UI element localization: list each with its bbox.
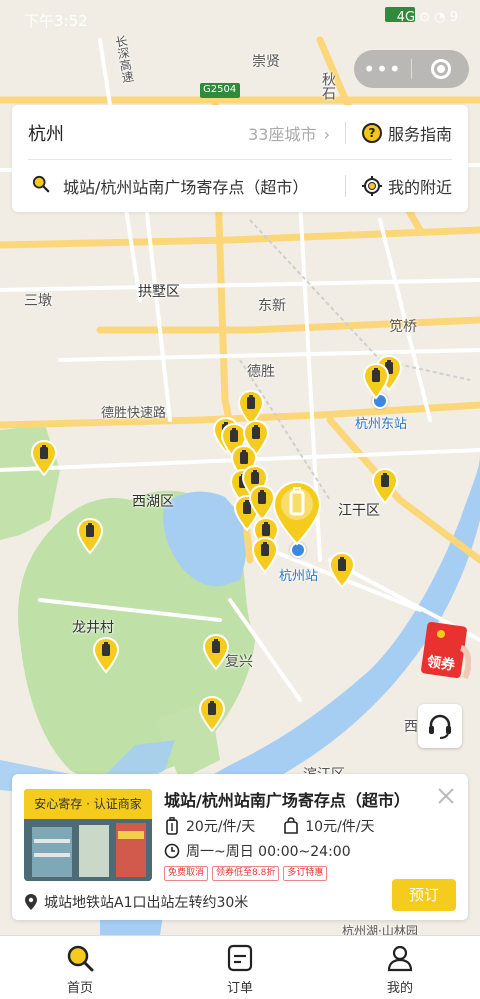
map-label: 笕桥 [389,319,417,335]
tab-bar: 首页 订单 我的 [0,935,480,999]
map-label: 杭州东站 [355,417,408,432]
headset-icon [429,714,451,739]
storage-pin-icon[interactable] [92,636,120,674]
map-label: 龙井村 [72,620,114,636]
divider [345,122,346,144]
tab-profile[interactable]: 我的 [320,936,480,999]
promo-badge: 领券低至8.8折 [212,866,280,881]
location-target-icon [361,175,382,196]
price-large: 20元/件/天 [186,819,256,835]
clock-icon [164,843,180,859]
map-label: 崇贤 [252,54,280,70]
coupon-button[interactable]: 领券 [421,620,472,682]
map-label: 秋石 [320,72,336,100]
divider [345,174,346,197]
store-address: 城站地铁站A1口出站左转约30米 [44,895,249,911]
storage-pin-icon[interactable] [202,633,230,671]
tab-home[interactable]: 首页 [0,936,160,999]
selected-storage-pin-icon[interactable] [272,480,322,546]
search-row: 城站/杭州站南广场寄存点（超市） 我的附近 [28,159,452,211]
nearby-label: 我的附近 [387,177,452,197]
coupon-label: 领券 [425,654,456,674]
store-card[interactable]: 安心寄存 · 认证商家 城站/杭州站南广场寄存点（超市） 20元/件/天 10元… [12,774,468,920]
promo-badge: 多订特惠 [283,866,328,881]
business-hours: 周一~周日 00:00~24:00 [186,844,351,860]
nearby-button[interactable]: 我的附近 [361,174,452,198]
map-label: 东新 [258,298,286,314]
status-time: 下午3:52 [24,12,88,30]
profile-icon [387,945,413,972]
map-label: 拱墅区 [138,284,180,300]
map-label: 三墩 [24,293,52,309]
map-label: 德胜 [247,364,275,380]
chevron-right-icon: › [323,125,330,144]
target-ring-icon [430,59,451,79]
map-label: 西 [404,719,418,735]
storage-pin-icon[interactable] [371,467,399,505]
storage-pin-icon[interactable] [76,517,104,555]
storage-pin-icon[interactable] [328,551,356,589]
tab-label: 我的 [386,981,413,996]
tab-label: 订单 [226,981,253,996]
search-icon [32,175,50,193]
search-input[interactable]: 城站/杭州站南广场寄存点（超市） [63,174,308,198]
map-label: 杭州湖·山林园 [342,924,418,935]
small-bag-icon [284,817,299,834]
search-card: 杭州 33座城市 › ? 服务指南 城站/杭州站南广场寄存点（超市） 我的附近 [12,105,468,212]
storage-pin-icon[interactable] [198,695,226,733]
order-icon [227,944,253,972]
price-small: 10元/件/天 [305,819,375,835]
store-name: 城站/杭州站南广场寄存点（超市） [164,791,410,810]
miniprogram-capsule: ••• [354,50,469,88]
question-icon: ? [361,123,382,143]
address-row: 城站地铁站A1口出站左转约30米 [24,892,248,912]
promo-badges: 免费取消 领券低至8.8折 多订特惠 [164,866,328,881]
location-pin-icon [25,894,37,910]
map-label: 德胜快速路 [101,406,167,421]
more-button[interactable]: ••• [354,50,411,88]
city-count-text: 33座城市 [248,125,317,144]
certified-merchant-tag: 安心寄存 · 认证商家 [24,789,152,819]
service-guide-button[interactable]: ? 服务指南 [361,121,452,145]
close-icon[interactable] [436,786,456,806]
map-label: 西湖区 [132,494,174,510]
large-luggage-icon [166,817,178,835]
hours-row: 周一~周日 00:00~24:00 [164,841,351,861]
storage-pin-icon[interactable] [362,362,390,400]
status-indicators: 4G ⊙ ◔ 9 [396,10,458,25]
service-guide-label: 服务指南 [387,125,452,144]
promo-badge: 免费取消 [164,866,209,881]
map-label: 杭州站 [279,569,319,584]
status-bar: 下午3:52 4G ⊙ ◔ 9 [0,0,480,36]
customer-service-button[interactable] [418,704,462,748]
city-name[interactable]: 杭州 [28,120,64,146]
storage-pin-icon[interactable] [30,439,58,477]
tab-label: 首页 [66,981,93,996]
city-row: 杭州 33座城市 › ? 服务指南 [12,107,468,159]
tab-orders[interactable]: 订单 [160,936,320,999]
city-count-link[interactable]: 33座城市 › [248,121,330,145]
close-button[interactable] [412,59,469,79]
map-label: G2504 [203,84,237,95]
price-row: 20元/件/天 10元/件/天 [164,816,375,836]
book-button[interactable]: 预订 [392,879,456,911]
search-icon [67,945,94,972]
